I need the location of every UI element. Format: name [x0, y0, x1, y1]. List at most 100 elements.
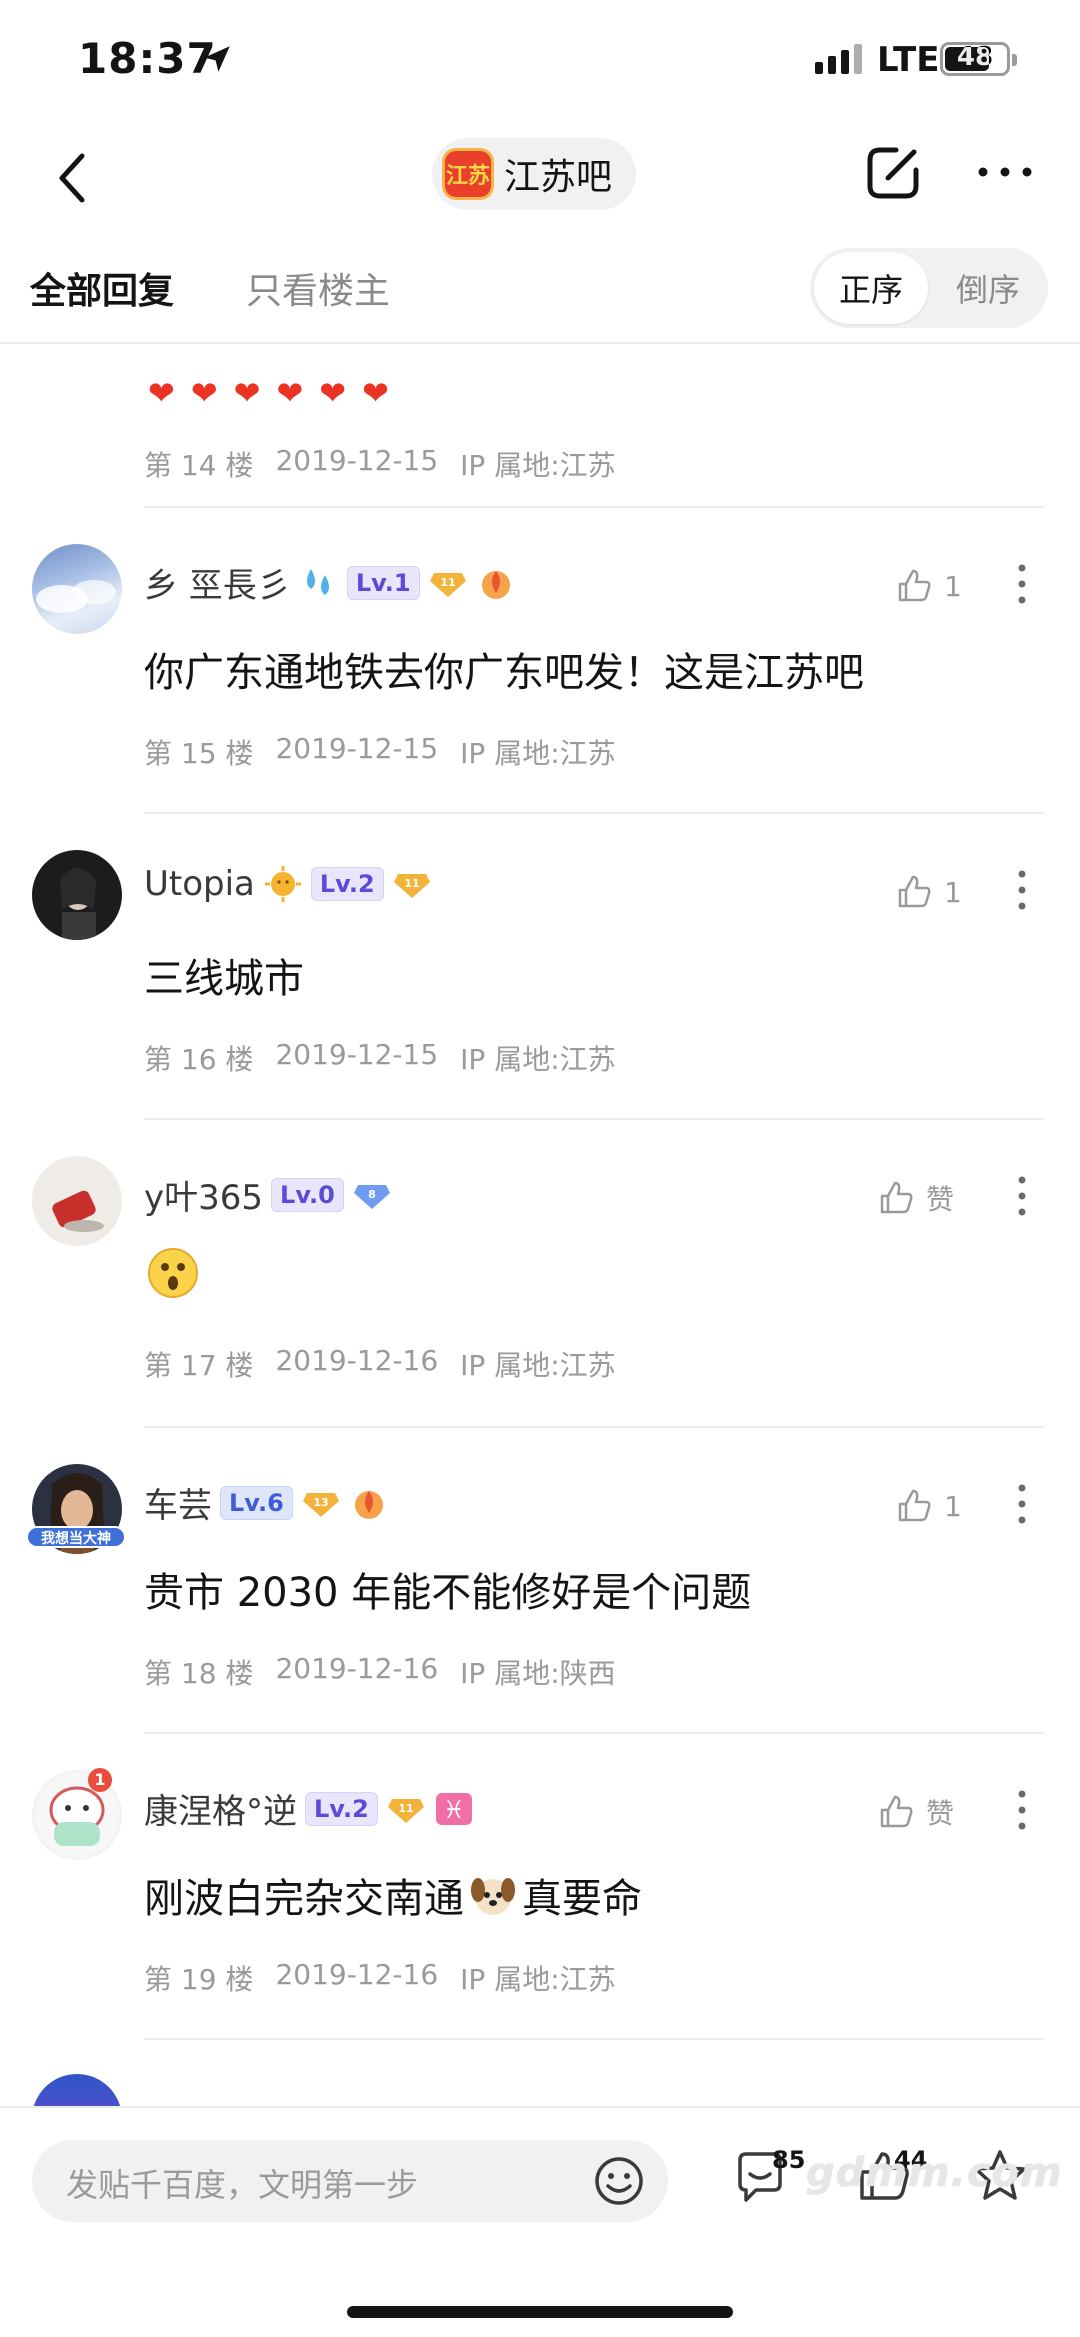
reply-text: 你广东通地铁去你广东吧发！这是江苏吧: [144, 650, 864, 696]
edit-icon[interactable]: [862, 142, 924, 204]
avatar[interactable]: [32, 850, 122, 940]
floor-number: 第 15 楼: [144, 737, 254, 770]
more-vertical-icon[interactable]: [1010, 868, 1034, 912]
floor-number: 第 16 楼: [144, 1043, 254, 1076]
heart-icon: ❤: [362, 374, 389, 412]
status-bar: 18:37 LTE 48: [0, 0, 1080, 120]
location-arrow-icon: [204, 46, 230, 72]
level-badge: Lv.2: [310, 867, 384, 901]
tab-only-op[interactable]: 只看楼主: [246, 262, 390, 314]
member-gem-icon: 13: [301, 1488, 341, 1518]
thumb-up-icon: [898, 569, 931, 602]
username[interactable]: 康涅格°逆: [144, 1784, 297, 1833]
reply-item[interactable]: 1 康涅格°逆 Lv.2 11 ♓ 赞 刚波白完杂交南通 真要命 第 19 楼 …: [0, 1734, 1080, 2040]
floor-number: 第 18 楼: [144, 1657, 254, 1690]
ip-location: IP 属地:江苏: [460, 1043, 616, 1076]
post-meta: 第 19 楼 2019-12-16 IP 属地:江苏: [144, 1958, 616, 1998]
home-indicator: [347, 2306, 733, 2318]
member-gem-icon: 11: [392, 869, 432, 899]
username-row: Utopia Lv.2 11: [144, 864, 432, 904]
reply-item[interactable]: 乡 巠長彡 Lv.1 11 1 你广东通地铁去你广东吧发！这是江苏吧 第 15 …: [0, 508, 1080, 814]
username-row: 乡 巠長彡 Lv.1 11: [144, 558, 516, 607]
reply-text: 贵市 2030 年能不能修好是个问题: [144, 1570, 752, 1616]
chevron-left-icon[interactable]: [48, 148, 98, 208]
post-meta: 第 14 楼 2019-12-15 IP 属地:江苏: [144, 444, 616, 484]
post-date: 2019-12-15: [275, 1038, 439, 1071]
like-button[interactable]: 1: [894, 566, 962, 606]
pisces-icon: ♓: [435, 1792, 472, 1825]
avatar[interactable]: 我想当大神: [26, 1464, 126, 1554]
username-row: 康涅格°逆 Lv.2 11 ♓: [144, 1784, 474, 1833]
order-desc-button[interactable]: 倒序: [932, 252, 1044, 324]
like-label: 赞: [926, 1183, 955, 1216]
avatar[interactable]: [32, 2074, 122, 2106]
gem-number: 8: [368, 1188, 376, 1201]
ip-location: IP 属地:陕西: [460, 1657, 616, 1690]
reply-text-part: 真要命: [522, 1876, 642, 1922]
more-horizontal-icon[interactable]: [975, 160, 1035, 184]
level-badge: Lv.6: [220, 1485, 293, 1520]
thumb-up-icon: [880, 1795, 913, 1828]
bottom-bar: 发贴千百度，文明第一步 85 44: [0, 2106, 1080, 2337]
notification-badge: 1: [88, 1768, 112, 1792]
nav-bar: 江苏 江苏吧: [0, 120, 1080, 232]
heart-icon: ❤: [319, 374, 347, 412]
surprised-emoji-icon: [148, 1248, 198, 1298]
heart-icon: ❤: [276, 374, 304, 412]
reply-input[interactable]: 发贴千百度，文明第一步: [32, 2140, 668, 2222]
tab-all-replies[interactable]: 全部回复: [30, 262, 174, 314]
floor-number: 第 19 楼: [144, 1963, 254, 1996]
post-date: 2019-12-16: [275, 1344, 439, 1377]
more-vertical-icon[interactable]: [1010, 1482, 1034, 1526]
more-vertical-icon[interactable]: [1010, 1174, 1034, 1218]
more-vertical-icon[interactable]: [1010, 562, 1034, 606]
reply-text: 刚波白完杂交南通 真要命: [144, 1866, 642, 1924]
ip-location: IP 属地:江苏: [460, 449, 616, 482]
like-label: 赞: [926, 1797, 955, 1830]
heart-icon: ❤: [148, 374, 175, 412]
avatar[interactable]: [32, 1156, 122, 1246]
like-button[interactable]: 1: [894, 1486, 962, 1526]
like-button[interactable]: 赞: [876, 1178, 954, 1218]
avatar[interactable]: 1: [32, 1768, 122, 1860]
reply-item[interactable]: 我想当大神 车芸 Lv.6 13 1 贵市 2030 年能不能修好是个问题 第 …: [0, 1428, 1080, 1734]
gem-number: 11: [440, 576, 455, 589]
thumb-up-icon: [898, 1489, 931, 1522]
username[interactable]: Utopia: [144, 864, 255, 904]
member-gem-icon: 11: [386, 1794, 426, 1824]
floor-number: 第 14 楼: [144, 449, 254, 482]
reply-item[interactable]: Utopia Lv.2 11 1 三线城市 第 16 楼 2019-12-15 …: [0, 814, 1080, 1120]
reply-list: ❤ ❤ ❤ ❤ ❤ ❤ 第 14 楼 2019-12-15 IP 属地:江苏 乡…: [0, 346, 1080, 2106]
forum-chip[interactable]: 江苏 江苏吧: [432, 138, 637, 210]
forum-logo: 江苏: [442, 148, 494, 200]
dog-emoji-icon: [471, 1878, 515, 1915]
filter-bar: 全部回复 只看楼主 正序 倒序: [0, 232, 1080, 344]
status-time: 18:37: [78, 34, 217, 83]
post-date: 2019-12-16: [275, 1958, 439, 1991]
heart-emoji-row: ❤ ❤ ❤ ❤ ❤ ❤: [148, 374, 389, 412]
ip-location: IP 属地:江苏: [460, 737, 616, 770]
username[interactable]: 车芸: [144, 1478, 212, 1527]
like-button[interactable]: 1: [894, 872, 962, 912]
post-date: 2019-12-15: [275, 444, 439, 477]
like-button[interactable]: 赞: [876, 1792, 954, 1832]
post-date: 2019-12-15: [275, 732, 439, 765]
username[interactable]: 乡 巠長彡: [144, 558, 291, 607]
username[interactable]: y叶365: [144, 1170, 263, 1219]
battery-level: 48: [956, 42, 994, 72]
floor-number: 第 17 楼: [144, 1349, 254, 1382]
member-gem-icon: 11: [428, 568, 468, 598]
order-asc-button[interactable]: 正序: [814, 252, 928, 324]
level-badge: Lv.1: [346, 565, 420, 600]
reply-item[interactable]: y叶365 Lv.0 8 赞 第 17 楼 2019-12-16 IP 属地:江…: [0, 1120, 1080, 1426]
signal-icon: [815, 44, 862, 74]
sweat-drops-icon: [306, 568, 329, 595]
avatar[interactable]: [32, 544, 122, 634]
network-type: LTE: [877, 40, 940, 80]
post-meta: 第 16 楼 2019-12-15 IP 属地:江苏: [144, 1038, 616, 1078]
gem-number: 13: [313, 1496, 328, 1509]
svg-text:♓: ♓: [443, 1796, 465, 1824]
smile-icon[interactable]: [592, 2154, 646, 2208]
member-gem-icon: 8: [352, 1180, 392, 1210]
more-vertical-icon[interactable]: [1010, 1788, 1034, 1832]
